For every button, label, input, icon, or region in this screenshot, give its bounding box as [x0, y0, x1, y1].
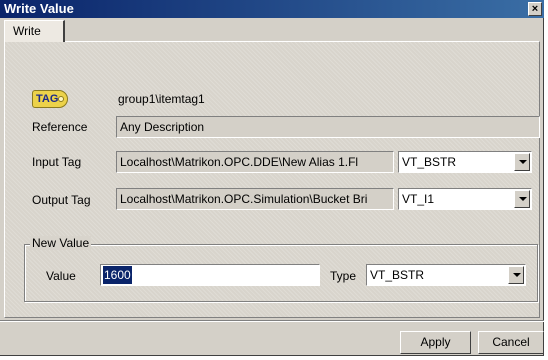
footer-separator — [0, 320, 544, 322]
close-button[interactable]: × — [528, 2, 542, 16]
value-input[interactable]: 1600 — [100, 264, 320, 286]
chevron-down-icon[interactable] — [514, 190, 530, 208]
title-bar: Write Value × — [0, 0, 544, 18]
output-tag-label: Output Tag — [32, 193, 91, 207]
new-value-type-value: VT_BSTR — [370, 268, 425, 282]
new-value-type-select[interactable]: VT_BSTR — [366, 264, 526, 286]
reference-label: Reference — [32, 120, 88, 134]
output-tag-field[interactable]: Localhost\Matrikon.OPC.Simulation\Bucket… — [116, 188, 394, 210]
window-title: Write Value — [4, 1, 74, 16]
tag-hole-icon — [58, 96, 64, 102]
input-tag-type-select[interactable]: VT_BSTR — [398, 151, 532, 173]
output-tag-type-select[interactable]: VT_I1 — [398, 188, 532, 210]
type-label: Type — [330, 269, 357, 283]
value-input-text: 1600 — [103, 266, 132, 284]
write-value-dialog: Write Value × Write TAG group1\itemtag1 … — [0, 0, 544, 356]
input-tag-type-value: VT_BSTR — [402, 155, 457, 169]
cancel-button[interactable]: Cancel — [478, 331, 544, 354]
chevron-down-icon[interactable] — [508, 266, 524, 284]
item-name: group1\itemtag1 — [118, 92, 205, 106]
tab-write[interactable]: Write — [4, 20, 65, 42]
tag-icon: TAG — [32, 90, 68, 108]
output-tag-type-value: VT_I1 — [402, 192, 435, 206]
reference-field[interactable]: Any Description — [116, 116, 540, 138]
new-value-group-title: New Value — [30, 236, 92, 250]
input-tag-field[interactable]: Localhost\Matrikon.OPC.DDE\New Alias 1.F… — [116, 151, 394, 173]
value-label: Value — [46, 269, 76, 283]
chevron-down-icon[interactable] — [514, 153, 530, 171]
input-tag-label: Input Tag — [32, 155, 82, 169]
apply-button[interactable]: Apply — [400, 331, 471, 354]
